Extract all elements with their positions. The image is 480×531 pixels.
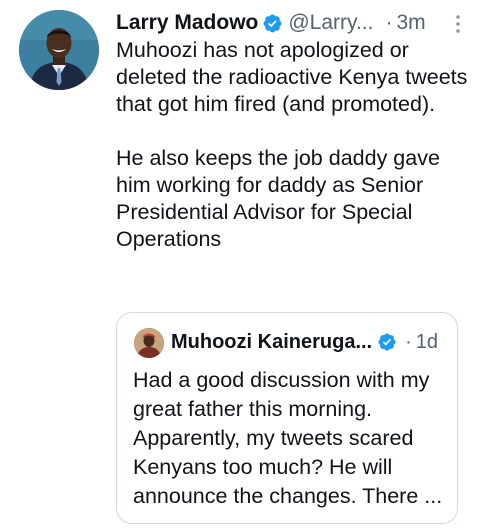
separator-dot: ·	[405, 330, 412, 353]
tweet-timestamp[interactable]: 3m	[396, 9, 425, 37]
verified-badge-icon	[377, 332, 397, 352]
tweet-text: Muhoozi has not apologized or deleted th…	[116, 37, 470, 253]
more-vertical-icon[interactable]	[454, 14, 464, 34]
author-name[interactable]: Larry Madowo	[116, 9, 258, 37]
verified-badge-icon	[262, 13, 283, 34]
avatar-image	[19, 10, 99, 90]
author-avatar[interactable]	[19, 10, 99, 90]
author-handle[interactable]: @Larry...	[288, 9, 373, 37]
tweet[interactable]: Larry Madowo @Larry... · 3m Muhoozi has …	[0, 0, 480, 531]
quoted-tweet-card[interactable]: Muhoozi Kaineruga... · 1d Had a good dis…	[116, 312, 458, 524]
quoted-tweet-timestamp[interactable]: 1d	[416, 331, 438, 354]
tweet-header: Larry Madowo @Larry... · 3m	[116, 9, 466, 37]
tweet-paragraph: Muhoozi has not apologized or deleted th…	[116, 38, 468, 116]
quoted-tweet-text: Had a good discussion with my great fath…	[133, 368, 443, 508]
separator-dot: ·	[385, 11, 393, 34]
tweet-paragraph: He also keeps the job daddy gave him wor…	[116, 146, 440, 251]
quoted-author-avatar	[134, 328, 164, 358]
quoted-author-name[interactable]: Muhoozi Kaineruga...	[171, 331, 372, 354]
quoted-tweet-header: Muhoozi Kaineruga... · 1d	[171, 328, 438, 356]
